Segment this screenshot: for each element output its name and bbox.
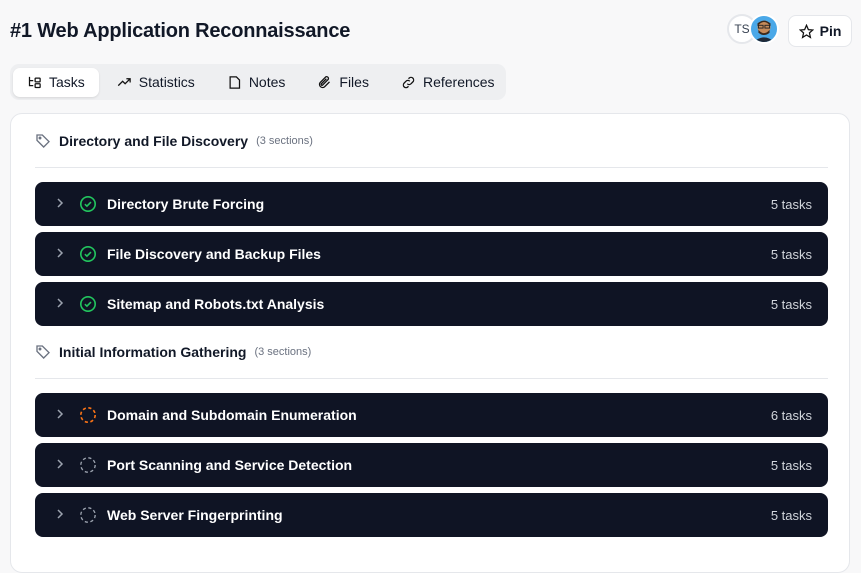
collaborators[interactable]: TS (727, 14, 779, 44)
group-name: Initial Information Gathering (59, 343, 247, 360)
tab-files[interactable]: Files (303, 68, 383, 97)
section-row[interactable]: Sitemap and Robots.txt Analysis 5 tasks (35, 282, 828, 326)
check-circle-icon (79, 295, 97, 313)
pin-button[interactable]: Pin (788, 15, 852, 47)
chevron-right-icon[interactable] (55, 406, 67, 424)
section-name: Port Scanning and Service Detection (107, 457, 353, 473)
tab-references[interactable]: References (387, 68, 509, 97)
section-name: Directory Brute Forcing (107, 196, 265, 212)
section-name: Sitemap and Robots.txt Analysis (107, 296, 325, 312)
task-count: 5 tasks (770, 246, 812, 262)
star-icon (798, 23, 814, 39)
tab-tasks[interactable]: Tasks (13, 67, 99, 97)
chevron-right-icon[interactable] (55, 295, 67, 313)
link-icon (402, 76, 415, 88)
trending-up-icon (117, 77, 131, 86)
tag-icon (36, 344, 50, 359)
chevron-right-icon[interactable] (55, 506, 67, 524)
task-count: 5 tasks (770, 507, 812, 523)
section-row[interactable]: Web Server Fingerprinting 5 tasks (35, 493, 828, 537)
section-group: Initial Information Gathering (3 section… (35, 339, 828, 537)
task-count: 5 tasks (770, 296, 812, 312)
tasks-tree-icon (28, 76, 41, 88)
group-count: (3 sections) (254, 345, 312, 358)
section-row[interactable]: Directory Brute Forcing 5 tasks (35, 182, 828, 226)
pin-label: Pin (819, 23, 842, 39)
section-group: Directory and File Discovery (3 sections… (35, 128, 828, 326)
tab-label: Files (339, 74, 369, 90)
avatar-photo[interactable] (749, 14, 779, 44)
task-count: 5 tasks (770, 196, 812, 212)
section-group-header: Initial Information Gathering (3 section… (35, 339, 828, 379)
tab-label: References (422, 74, 495, 90)
paperclip-icon (319, 75, 331, 88)
pending-circle-icon (80, 457, 96, 473)
task-count: 6 tasks (770, 407, 812, 423)
chevron-right-icon[interactable] (55, 245, 67, 263)
tab-statistics[interactable]: Statistics (103, 68, 209, 97)
tab-label: Tasks (49, 74, 85, 90)
chevron-right-icon[interactable] (55, 195, 67, 213)
check-circle-icon (79, 195, 97, 213)
tab-label: Notes (248, 74, 286, 90)
check-circle-icon (79, 245, 97, 263)
page-title: #1 Web Application Reconnaissance (10, 20, 351, 42)
group-count: (3 sections) (256, 134, 313, 147)
in-progress-circle-icon (79, 406, 97, 424)
group-name: Directory and File Discovery (59, 132, 249, 149)
sections-card: Directory and File Discovery (3 sections… (10, 113, 850, 573)
tab-notes[interactable]: Notes (213, 68, 300, 97)
task-count: 5 tasks (770, 457, 812, 473)
section-row[interactable]: File Discovery and Backup Files 5 tasks (35, 232, 828, 276)
tab-label: Statistics (138, 74, 195, 90)
chevron-right-icon[interactable] (55, 456, 67, 474)
section-name: Domain and Subdomain Enumeration (107, 407, 357, 423)
section-name: Web Server Fingerprinting (107, 507, 283, 523)
section-group-header: Directory and File Discovery (3 sections… (35, 128, 828, 168)
section-row[interactable]: Port Scanning and Service Detection 5 ta… (35, 443, 828, 487)
section-row[interactable]: Domain and Subdomain Enumeration 6 tasks (35, 393, 828, 437)
tab-bar: Tasks Statistics Notes Files References (10, 64, 506, 100)
note-icon (229, 75, 240, 89)
tag-icon (36, 133, 50, 148)
section-name: File Discovery and Backup Files (107, 246, 321, 262)
pending-circle-icon (80, 507, 96, 523)
